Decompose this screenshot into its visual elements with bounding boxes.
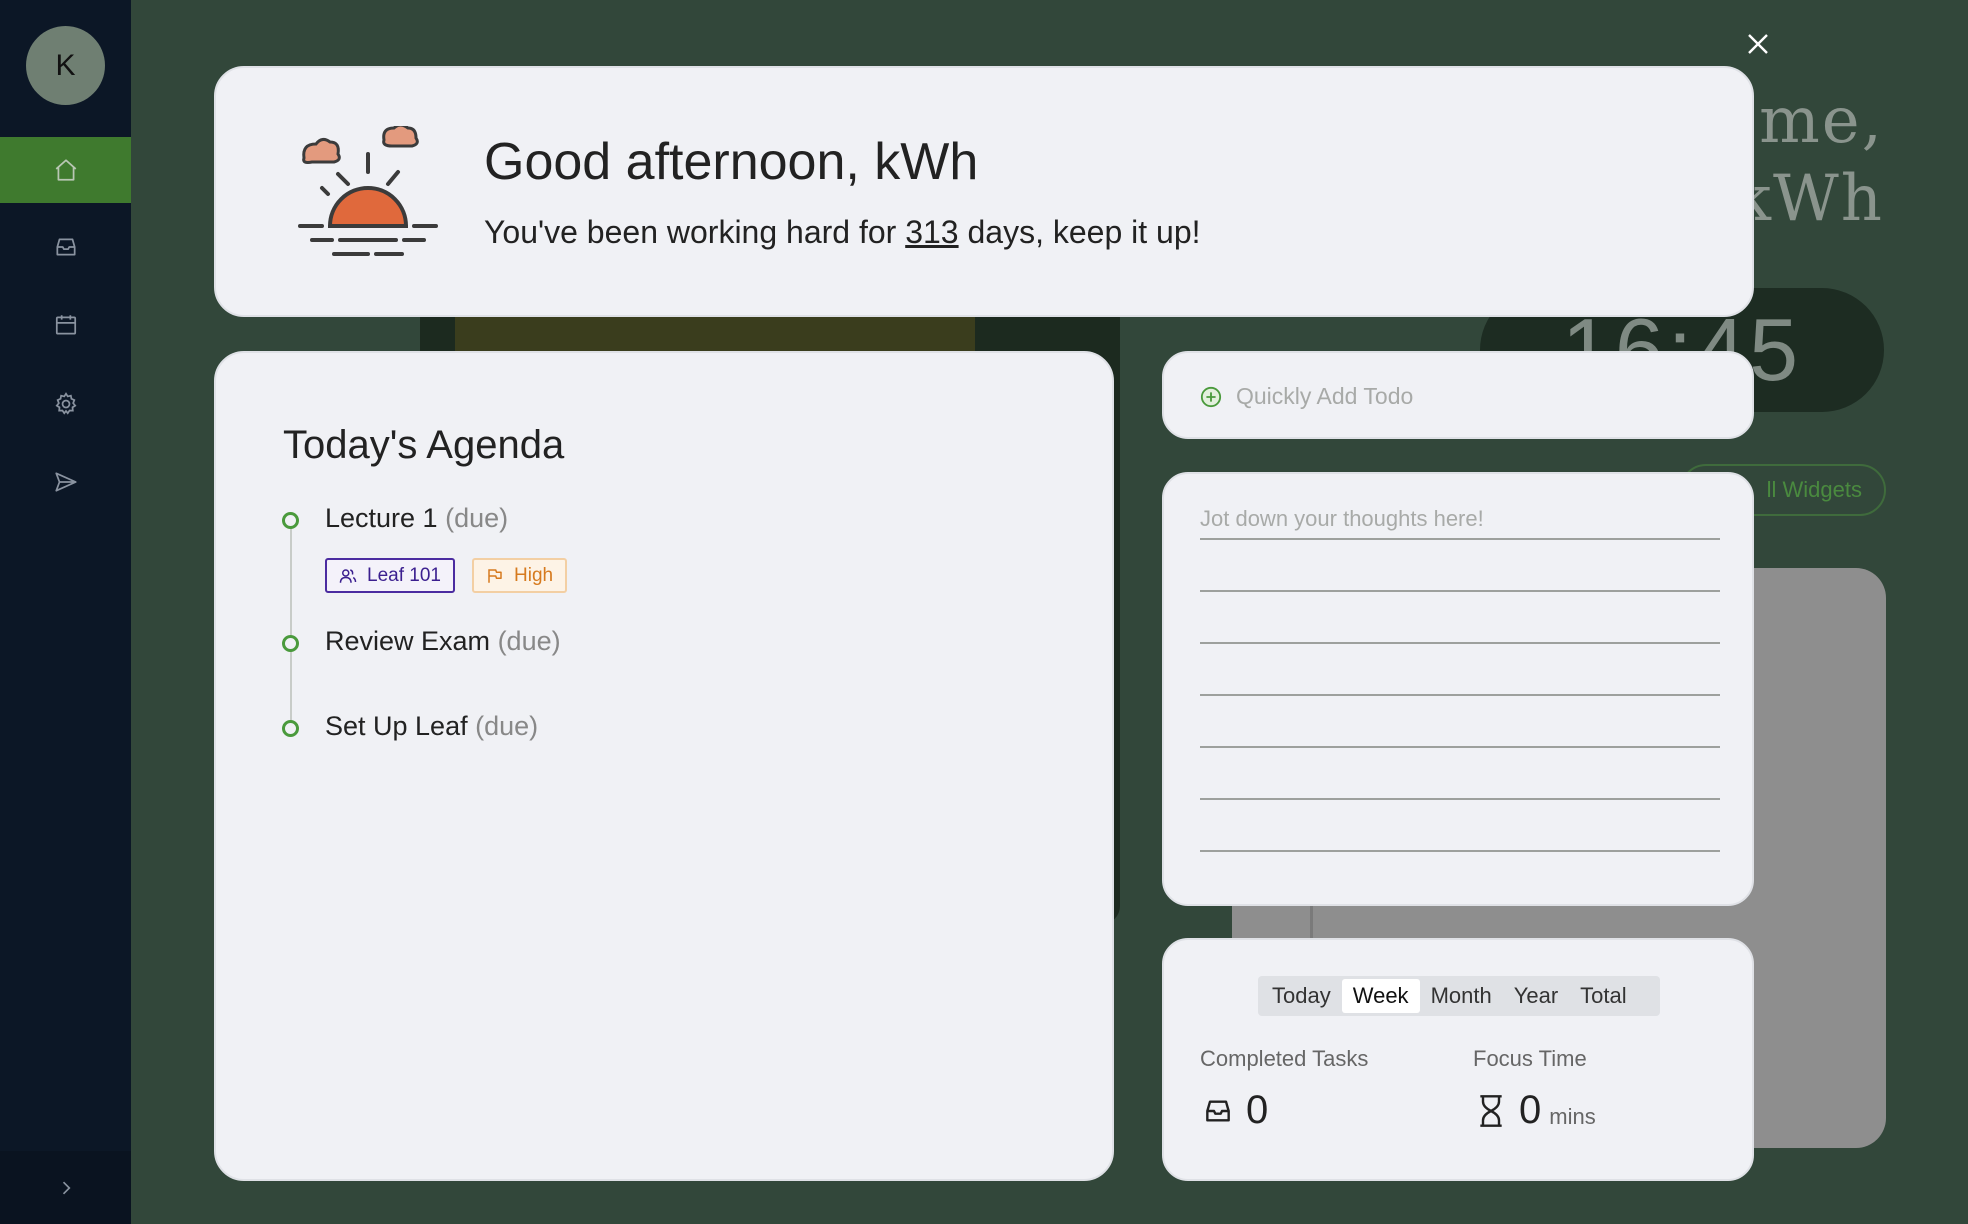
close-button[interactable] — [1744, 30, 1772, 58]
focus-time-label: Focus Time — [1473, 1046, 1587, 1071]
status-dot — [282, 512, 299, 529]
avatar[interactable]: K — [26, 26, 105, 105]
note-line — [1200, 850, 1720, 852]
agenda-item-label: Lecture 1 (due) — [325, 503, 509, 533]
period-total[interactable]: Total — [1569, 979, 1637, 1013]
period-week[interactable]: Week — [1341, 979, 1420, 1013]
sunset-icon — [298, 126, 438, 256]
gear-icon — [55, 392, 76, 415]
greeting-card: Good afternoon, kWh You've been working … — [214, 66, 1754, 317]
sidebar-item-calendar[interactable] — [0, 292, 131, 358]
note-line — [1200, 694, 1720, 696]
period-today[interactable]: Today — [1261, 979, 1342, 1013]
greeting-subtitle: You've been working hard for 313 days, k… — [484, 214, 1201, 250]
note-line — [1200, 642, 1720, 644]
agenda-title: Today's Agenda — [283, 423, 565, 467]
completed-tasks-value: 0 — [1202, 1088, 1268, 1133]
period-selector: Today Week Month Year Total — [1258, 976, 1660, 1016]
status-dot — [282, 635, 299, 652]
note-line — [1200, 798, 1720, 800]
flag-icon — [488, 568, 502, 583]
timeline-line — [290, 525, 292, 735]
note-line — [1200, 538, 1720, 540]
note-line — [1200, 590, 1720, 592]
agenda-item-label: Set Up Leaf (due) — [325, 711, 539, 741]
sidebar-item-settings[interactable] — [0, 371, 131, 437]
sidebar-expand-button[interactable] — [0, 1151, 131, 1224]
agenda-item-label: Review Exam (due) — [325, 626, 561, 656]
hourglass-icon — [1480, 1094, 1502, 1127]
agenda-card: Today's Agenda Lecture 1 (due) Leaf 101 … — [214, 351, 1114, 1181]
sidebar-item-send[interactable] — [0, 449, 131, 515]
focus-time-value: 0 mins — [1475, 1088, 1596, 1133]
sidebar-item-inbox[interactable] — [0, 214, 131, 280]
users-icon — [339, 568, 357, 583]
notes-placeholder: Jot down your thoughts here! — [1200, 506, 1484, 531]
chevron-right-icon — [62, 1181, 71, 1194]
course-tag[interactable]: Leaf 101 — [325, 558, 455, 593]
quick-add-todo-input[interactable]: Quickly Add Todo — [1162, 351, 1754, 439]
calendar-icon — [55, 315, 76, 335]
status-dot — [282, 720, 299, 737]
quick-add-placeholder: Quickly Add Todo — [1236, 383, 1414, 409]
days-count: 313 — [905, 214, 959, 250]
period-month[interactable]: Month — [1420, 979, 1503, 1013]
close-icon — [1748, 34, 1768, 54]
sidebar: K — [0, 0, 131, 1224]
send-icon — [54, 472, 77, 492]
sidebar-item-home[interactable] — [0, 137, 131, 203]
greeting-title: Good afternoon, kWh — [484, 133, 979, 191]
note-line — [1200, 746, 1720, 748]
completed-tasks-label: Completed Tasks — [1200, 1046, 1369, 1071]
stats-card: Today Week Month Year Total Completed Ta… — [1162, 938, 1754, 1181]
inbox-icon — [55, 238, 76, 256]
priority-tag[interactable]: High — [472, 558, 568, 593]
plus-circle-icon — [1200, 386, 1222, 408]
notes-textarea[interactable]: Jot down your thoughts here! — [1162, 472, 1754, 906]
period-year[interactable]: Year — [1503, 979, 1569, 1013]
inbox-icon — [1206, 1099, 1230, 1122]
home-icon — [55, 159, 76, 181]
